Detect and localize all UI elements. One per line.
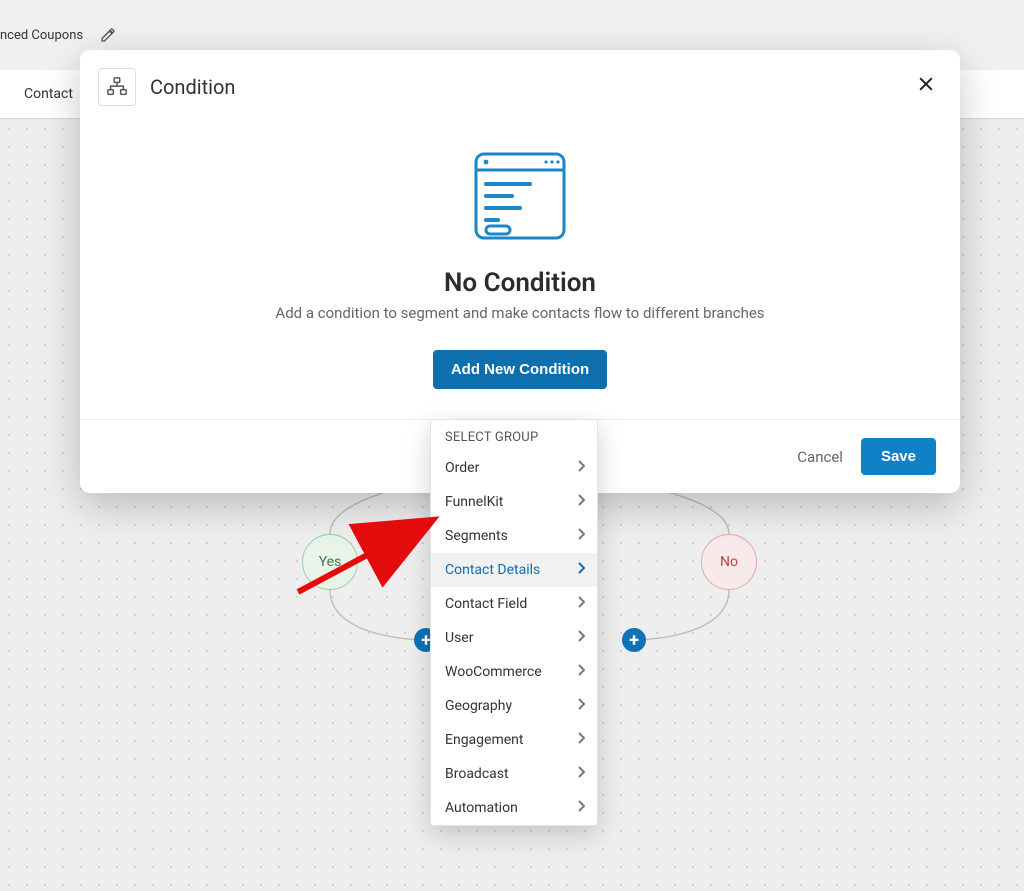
dropdown-item-label: Contact Field [445,596,527,612]
dropdown-header: SELECT GROUP [431,420,597,451]
empty-state-title: No Condition [120,268,920,298]
pencil-icon[interactable] [100,27,116,43]
close-button[interactable] [912,70,940,98]
chevron-right-icon [577,800,585,816]
modal-body: No Condition Add a condition to segment … [80,124,960,419]
dropdown-item-label: User [445,630,473,646]
chevron-right-icon [577,630,585,646]
chevron-right-icon [577,528,585,544]
dropdown-item-automation[interactable]: Automation [431,791,597,825]
add-step-right[interactable]: + [622,628,646,652]
cancel-button[interactable]: Cancel [797,448,843,466]
breadcrumb-label: Contact [24,86,73,102]
dropdown-item-engagement[interactable]: Engagement [431,723,597,757]
dropdown-item-order[interactable]: Order [431,451,597,485]
dropdown-item-label: WooCommerce [445,664,542,680]
dropdown-item-label: Engagement [445,732,523,748]
modal-header: Condition [80,50,960,124]
dropdown-item-label: Order [445,460,479,476]
chevron-right-icon [577,766,585,782]
dropdown-item-label: Segments [445,528,508,544]
empty-state-subtitle: Add a condition to segment and make cont… [120,304,920,322]
chevron-right-icon [577,494,585,510]
flow-yes-node[interactable]: Yes [302,534,358,590]
dropdown-item-contact-field[interactable]: Contact Field [431,587,597,621]
chevron-right-icon [577,596,585,612]
flow-no-node[interactable]: No [701,534,757,590]
dropdown-item-label: Geography [445,698,512,714]
dropdown-item-geography[interactable]: Geography [431,689,597,723]
add-new-condition-button[interactable]: Add New Condition [433,350,607,389]
dropdown-item-label: FunnelKit [445,494,503,510]
chevron-right-icon [577,562,585,578]
dropdown-item-contact-details[interactable]: Contact Details [431,553,597,587]
dropdown-item-woocommerce[interactable]: WooCommerce [431,655,597,689]
dropdown-item-label: Contact Details [445,562,540,578]
chevron-right-icon [577,664,585,680]
save-button[interactable]: Save [861,438,936,475]
page-title-fragment: nced Coupons [0,28,83,43]
chevron-right-icon [577,732,585,748]
empty-state-icon [468,146,572,250]
dropdown-item-label: Broadcast [445,766,509,782]
condition-icon [98,68,136,106]
dropdown-item-label: Automation [445,800,518,816]
dropdown-item-user[interactable]: User [431,621,597,655]
flow-no-label: No [720,554,738,570]
dropdown-item-broadcast[interactable]: Broadcast [431,757,597,791]
modal-title: Condition [150,75,235,99]
close-icon [916,74,936,94]
flow-yes-label: Yes [319,554,342,570]
chevron-right-icon [577,698,585,714]
chevron-right-icon [577,460,585,476]
dropdown-item-segments[interactable]: Segments [431,519,597,553]
condition-group-dropdown[interactable]: SELECT GROUP Order FunnelKit Segments Conta… [430,419,598,826]
dropdown-item-funnelkit[interactable]: FunnelKit [431,485,597,519]
